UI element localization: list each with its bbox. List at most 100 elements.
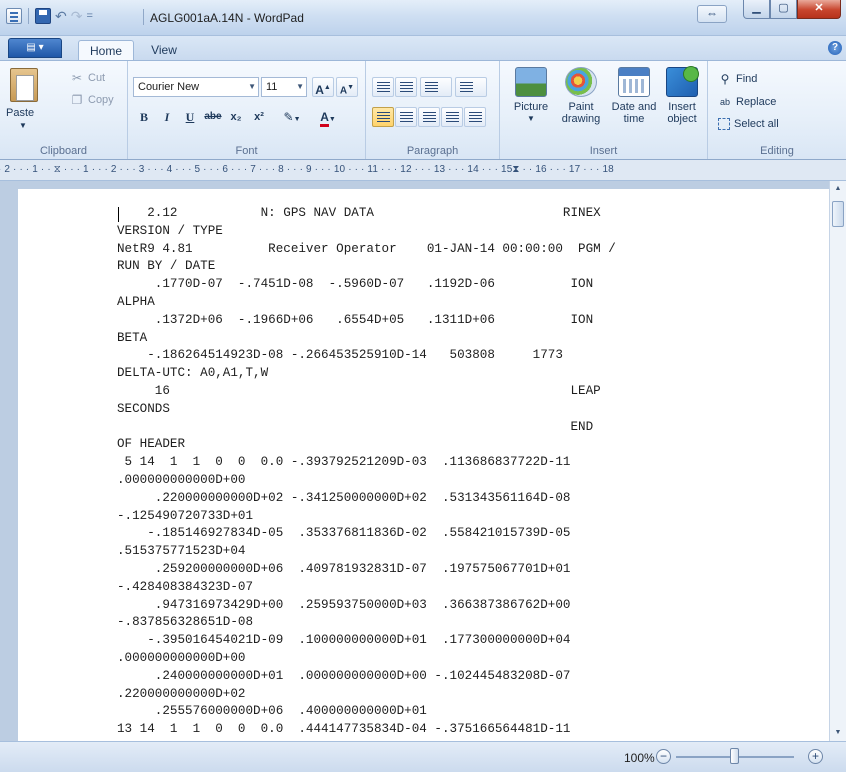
paragraph-settings-button[interactable] bbox=[464, 107, 486, 127]
document-line: 16 LEAP bbox=[117, 383, 601, 398]
document-line: .000000000000D+00 bbox=[117, 650, 246, 665]
document-line: .220000000000D+02 -.341250000000D+02 .53… bbox=[117, 490, 571, 505]
subscript-button[interactable]: x₂ bbox=[225, 107, 247, 127]
document-line: VERSION / TYPE bbox=[117, 223, 223, 238]
align-right-button[interactable] bbox=[418, 107, 440, 127]
ribbon-tabs: ▤ ▾ Home View ? bbox=[0, 36, 846, 61]
document-line: OF HEADER bbox=[117, 437, 186, 452]
align-center-button[interactable] bbox=[395, 107, 417, 127]
separator bbox=[143, 9, 144, 25]
scroll-thumb[interactable] bbox=[832, 201, 844, 227]
tab-home[interactable]: Home bbox=[78, 40, 134, 61]
document-line: .1770D-07 -.7451D-08 -.5960D-07 .1192D-0… bbox=[117, 277, 594, 292]
document-line: .947316973429D+00 .259593750000D+03 .366… bbox=[117, 597, 571, 612]
document-line: SECONDS bbox=[117, 401, 170, 416]
date-label: Date and bbox=[611, 101, 657, 113]
decrease-indent-button[interactable] bbox=[372, 77, 394, 97]
font-group-label: Font bbox=[235, 145, 258, 157]
app-menu-icon[interactable] bbox=[6, 8, 22, 24]
paragraph-group-label: Paragraph bbox=[406, 145, 459, 157]
document-line: -.125490720733D+01 bbox=[117, 508, 254, 523]
superscript-button[interactable]: x² bbox=[248, 107, 270, 127]
find-button[interactable]: ⚲ Find bbox=[718, 72, 758, 86]
underline-button[interactable]: U bbox=[179, 107, 201, 127]
insert-group-label: Insert bbox=[589, 145, 618, 157]
ruler-scale: · 2 · · · 1 · · ⧖ · · · 1 · · · 2 · · · … bbox=[0, 164, 614, 175]
bold-button[interactable]: B bbox=[133, 107, 155, 127]
document-line: .1372D+06 -.1966D+06 .6554D+05 .1311D+06… bbox=[117, 312, 594, 327]
zoom-in-button[interactable]: + bbox=[808, 749, 823, 764]
font-color-button[interactable]: A▼ bbox=[312, 107, 344, 127]
zoom-slider-thumb[interactable] bbox=[730, 748, 739, 764]
select-all-icon bbox=[718, 118, 730, 130]
grow-font-icon: A bbox=[315, 83, 324, 97]
save-icon[interactable] bbox=[35, 8, 51, 24]
chevron-down-icon: ▼ bbox=[527, 114, 535, 123]
paste-dropdown-icon[interactable]: ▼ bbox=[19, 121, 27, 130]
undo-icon[interactable]: ↶ bbox=[55, 8, 67, 24]
copy-icon: ❐ bbox=[71, 93, 83, 107]
grow-font-button[interactable]: A▲ bbox=[312, 77, 334, 97]
font-family-select[interactable]: Courier New ▼ bbox=[133, 77, 259, 97]
picture-icon bbox=[515, 67, 547, 97]
increase-indent-icon bbox=[400, 82, 413, 93]
window-title: AGLG001aA.14N - WordPad bbox=[150, 11, 304, 25]
increase-indent-button[interactable] bbox=[395, 77, 417, 97]
cut-button[interactable]: ✂ Cut bbox=[70, 71, 105, 85]
paint-label: Paint bbox=[568, 101, 594, 113]
paste-icon[interactable] bbox=[10, 68, 38, 102]
copy-button[interactable]: ❐ Copy bbox=[70, 93, 114, 107]
align-right-icon bbox=[423, 112, 436, 123]
paint-drawing-button[interactable]: Paint drawing bbox=[556, 67, 606, 125]
shrink-font-button[interactable]: A▼ bbox=[336, 77, 358, 97]
align-left-button[interactable] bbox=[372, 107, 394, 127]
italic-button[interactable]: I bbox=[156, 107, 178, 127]
clipboard-group-label: Clipboard bbox=[39, 145, 88, 157]
document-line: END bbox=[117, 419, 594, 434]
highlight-color-button[interactable]: ✎▼ bbox=[276, 107, 308, 127]
picture-button[interactable]: Picture ▼ bbox=[508, 67, 554, 125]
justify-button[interactable] bbox=[441, 107, 463, 127]
chevron-down-icon: ▼ bbox=[296, 82, 304, 91]
replace-button[interactable]: ab Replace bbox=[718, 95, 776, 109]
document-text[interactable]: 2.12 N: GPS NAV DATA RINEX VERSION / TYPE… bbox=[117, 205, 616, 739]
paste-button[interactable]: Paste bbox=[6, 107, 34, 119]
font-size-select[interactable]: 11 ▼ bbox=[261, 77, 307, 97]
document-page[interactable]: 2.12 N: GPS NAV DATA RINEX VERSION / TYPE… bbox=[18, 189, 829, 741]
redo-icon[interactable]: ↷ bbox=[71, 8, 83, 24]
close-button[interactable]: ✕ bbox=[797, 0, 841, 19]
copy-label: Copy bbox=[88, 94, 114, 106]
zoom-out-button[interactable]: − bbox=[656, 749, 671, 764]
replace-label: Replace bbox=[736, 96, 777, 108]
font-color-icon: A bbox=[320, 110, 329, 127]
maximize-button[interactable]: ▢ bbox=[770, 0, 797, 19]
document-line: .515375771523D+04 bbox=[117, 544, 246, 559]
highlighter-icon: ✎ bbox=[283, 110, 294, 124]
ruler[interactable]: · 2 · · · 1 · · ⧖ · · · 1 · · · 2 · · · … bbox=[0, 160, 846, 181]
scroll-down-icon[interactable]: ▼ bbox=[830, 725, 846, 741]
customize-qat-dropdown[interactable]: = bbox=[86, 8, 92, 24]
line-spacing-button[interactable] bbox=[455, 77, 487, 97]
tab-view[interactable]: View bbox=[140, 40, 188, 61]
insert-object-button[interactable]: Insert object bbox=[660, 66, 704, 125]
date-time-button[interactable]: Date and time bbox=[608, 67, 660, 125]
paragraph-icon bbox=[469, 112, 482, 123]
chevron-down-icon: ▼ bbox=[248, 82, 256, 91]
quick-access-toolbar: ↶ ↷ = bbox=[6, 8, 93, 24]
select-all-button[interactable]: Select all bbox=[718, 118, 779, 130]
document-line: DELTA-UTC: A0,A1,T,W bbox=[117, 366, 269, 381]
binoculars-icon: ⚲ bbox=[720, 72, 730, 86]
bullets-button[interactable] bbox=[420, 77, 452, 97]
vertical-scrollbar[interactable]: ▲ ▼ bbox=[829, 181, 846, 741]
editing-group-label: Editing bbox=[760, 145, 794, 157]
document-line: -.428408384323D-07 bbox=[117, 579, 254, 594]
strikethrough-button[interactable]: abe bbox=[202, 107, 224, 127]
document-line: 5 14 1 1 0 0 0.0 -.393792521209D-03 .113… bbox=[117, 455, 571, 470]
application-menu-button[interactable]: ▤ ▾ bbox=[8, 38, 62, 58]
scroll-up-icon[interactable]: ▲ bbox=[830, 181, 846, 197]
cut-label: Cut bbox=[88, 72, 106, 84]
restore-ribbon-icon[interactable]: ⇔ bbox=[697, 5, 727, 23]
minimize-button[interactable]: ▁ bbox=[743, 0, 770, 19]
document-line: 13 14 1 1 0 0 0.0 .444147735834D-04 -.37… bbox=[117, 722, 571, 737]
help-icon[interactable]: ? bbox=[828, 41, 842, 55]
